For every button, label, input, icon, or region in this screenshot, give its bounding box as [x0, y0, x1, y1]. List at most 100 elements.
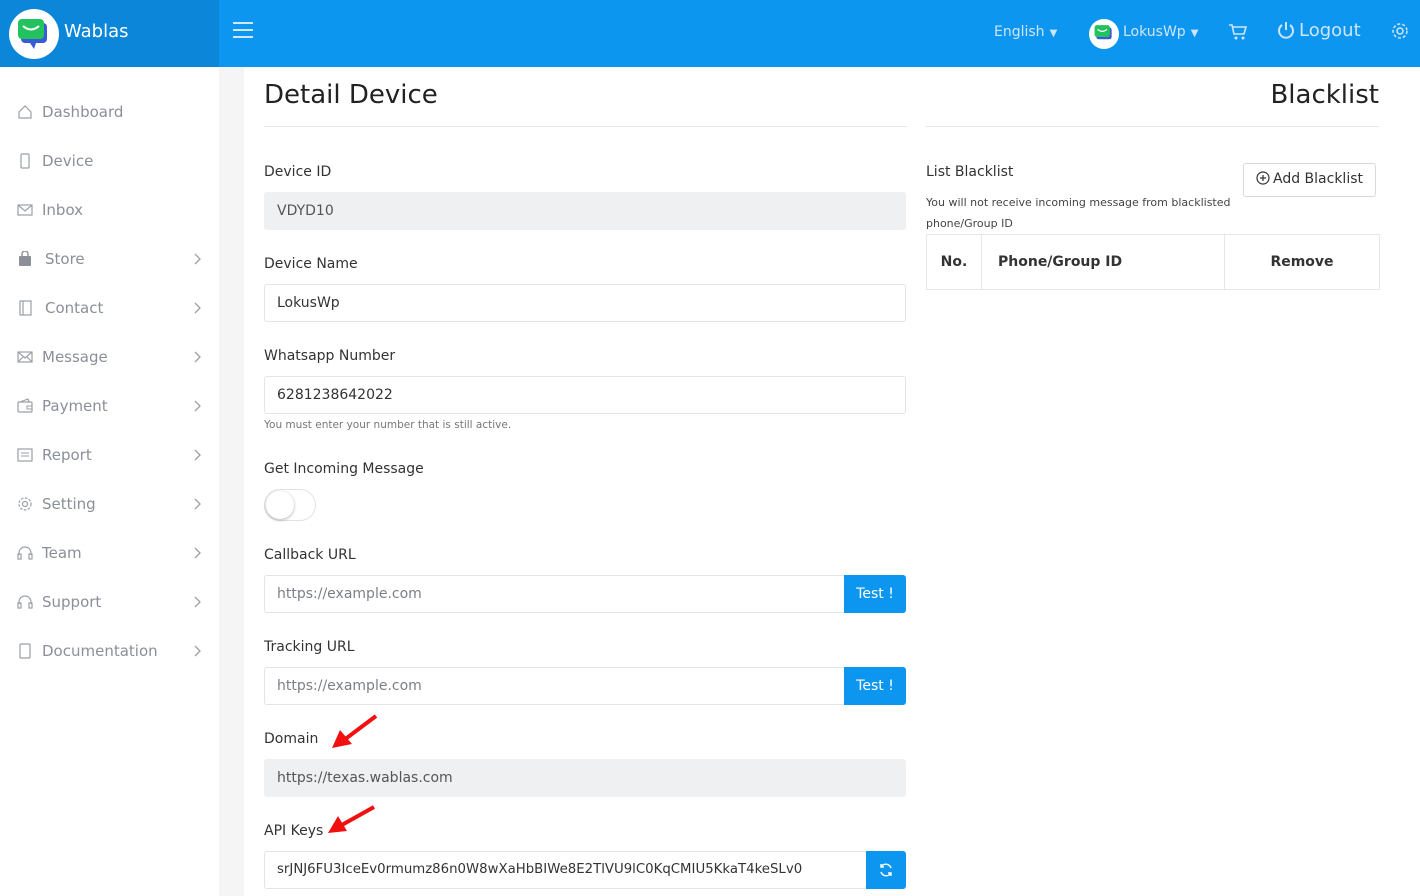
chevron-right-icon: [194, 253, 201, 265]
api-key-field[interactable]: srJNJ6FU3IceEv0rmumz86n0W8wXaHbBIWe8E2Tl…: [264, 851, 867, 889]
logo: [9, 9, 59, 59]
blacklist-title: Blacklist: [1270, 80, 1379, 110]
language-label: English: [994, 24, 1045, 40]
sidebar-item-documentation[interactable]: Documentation: [0, 631, 219, 671]
chevron-right-icon: [194, 302, 201, 314]
main-content: Detail Device Device ID VDYD10 Device Na…: [244, 67, 1420, 896]
chevron-right-icon: [194, 449, 201, 461]
sidebar-item-label: Message: [42, 348, 108, 366]
device-name-label: Device Name: [264, 256, 358, 272]
domain-label: Domain: [264, 731, 319, 747]
annotation-arrow: [328, 805, 375, 833]
sidebar-item-label: Store: [45, 250, 85, 268]
hamburger-menu-icon[interactable]: [233, 22, 253, 42]
mail-icon: [17, 204, 33, 216]
tracking-url-input[interactable]: https://example.com: [264, 667, 845, 705]
callback-test-button[interactable]: Test !: [844, 575, 906, 613]
cart-icon[interactable]: [1228, 22, 1248, 46]
detail-device-title: Detail Device: [264, 80, 438, 110]
sidebar-item-inbox[interactable]: Inbox: [0, 190, 219, 230]
chevron-right-icon: [194, 498, 201, 510]
device-id-label: Device ID: [264, 164, 332, 180]
user-menu[interactable]: LokusWp ▼: [1123, 24, 1198, 40]
sidebar-item-contact[interactable]: Contact: [0, 288, 219, 328]
sidebar-item-dashboard[interactable]: Dashboard: [0, 92, 219, 132]
envelope-icon: [17, 351, 33, 363]
brand[interactable]: Wablas: [0, 0, 219, 67]
device-name-field[interactable]: LokusWp: [264, 284, 906, 322]
column-header-no: No.: [926, 234, 982, 290]
callback-url-input[interactable]: https://example.com: [264, 575, 845, 613]
brand-name: Wablas: [64, 21, 129, 42]
avatar[interactable]: [1089, 19, 1119, 49]
language-selector[interactable]: English ▼: [994, 24, 1057, 40]
settings-gear-icon[interactable]: [1390, 21, 1410, 45]
blacklist-description-line: phone/Group ID: [926, 217, 1013, 230]
sidebar-item-label: Report: [42, 446, 92, 464]
domain-field: https://texas.wablas.com: [264, 759, 906, 797]
chevron-right-icon: [194, 400, 201, 412]
home-icon: [18, 105, 32, 119]
top-bar: Wablas English ▼ LokusWp ▼ Logout: [0, 0, 1420, 67]
add-blacklist-label: Add Blacklist: [1273, 171, 1363, 187]
callback-url-label: Callback URL: [264, 547, 356, 563]
whatsapp-help-text: You must enter your number that is still…: [264, 419, 512, 431]
sidebar: Dashboard Device Inbox Store Contact Mes…: [0, 67, 219, 896]
sidebar-item-setting[interactable]: Setting: [0, 484, 219, 524]
chevron-right-icon: [194, 351, 201, 363]
sidebar-item-label: Dashboard: [42, 103, 124, 121]
chevron-down-icon: ▼: [1190, 28, 1199, 39]
sidebar-item-message[interactable]: Message: [0, 337, 219, 377]
sidebar-item-team[interactable]: Team: [0, 533, 219, 573]
sidebar-item-payment[interactable]: Payment: [0, 386, 219, 426]
sidebar-item-device[interactable]: Device: [0, 141, 219, 181]
toggle-knob: [266, 491, 294, 519]
logout-button[interactable]: Logout: [1277, 20, 1361, 41]
incoming-message-toggle[interactable]: [264, 489, 316, 521]
sidebar-item-label: Support: [42, 593, 102, 611]
list-blacklist-label: List Blacklist: [926, 164, 1014, 180]
regenerate-api-key-button[interactable]: [866, 851, 906, 889]
annotation-arrow: [332, 714, 378, 748]
chevron-right-icon: [194, 645, 201, 657]
whatsapp-number-field[interactable]: 6281238642022: [264, 376, 906, 414]
address-book-icon: [19, 300, 32, 316]
power-icon: [1278, 22, 1294, 39]
headset-icon: [17, 546, 33, 560]
incoming-message-label: Get Incoming Message: [264, 461, 424, 477]
sidebar-item-support[interactable]: Support: [0, 582, 219, 622]
column-header-phone-group-id: Phone/Group ID: [981, 234, 1225, 290]
chevron-down-icon: ▼: [1049, 28, 1058, 39]
logout-label: Logout: [1299, 20, 1361, 41]
sidebar-item-label: Documentation: [42, 642, 158, 660]
blacklist-description: You will not receive incoming message fr…: [926, 192, 1230, 234]
divider: [264, 126, 907, 127]
sidebar-item-report[interactable]: Report: [0, 435, 219, 475]
table-header-row: No. Phone/Group ID Remove: [926, 234, 1380, 290]
sidebar-item-label: Setting: [42, 495, 96, 513]
report-icon: [17, 448, 33, 462]
phone-icon: [20, 153, 30, 169]
sidebar-item-label: Team: [42, 544, 82, 562]
tracking-url-label: Tracking URL: [264, 639, 355, 655]
user-name-label: LokusWp: [1123, 24, 1186, 40]
device-id-field: VDYD10: [264, 192, 906, 230]
gear-icon: [18, 497, 32, 511]
api-keys-label: API Keys: [264, 823, 324, 839]
plus-circle-icon: [1256, 171, 1270, 185]
add-blacklist-button[interactable]: Add Blacklist: [1243, 163, 1376, 197]
sidebar-item-store[interactable]: Store: [0, 239, 219, 279]
sidebar-item-label: Device: [42, 152, 94, 170]
chevron-right-icon: [194, 596, 201, 608]
refresh-icon: [880, 863, 892, 877]
divider: [926, 126, 1379, 127]
column-header-remove: Remove: [1224, 234, 1380, 290]
sidebar-item-label: Contact: [45, 299, 104, 317]
headset-icon: [17, 595, 33, 609]
blacklist-table: No. Phone/Group ID Remove: [926, 234, 1380, 290]
wallet-icon: [17, 398, 33, 413]
sidebar-item-label: Payment: [42, 397, 108, 415]
tracking-test-button[interactable]: Test !: [844, 667, 906, 705]
sidebar-item-label: Inbox: [42, 201, 84, 219]
blacklist-description-line: You will not receive incoming message fr…: [926, 196, 1231, 209]
